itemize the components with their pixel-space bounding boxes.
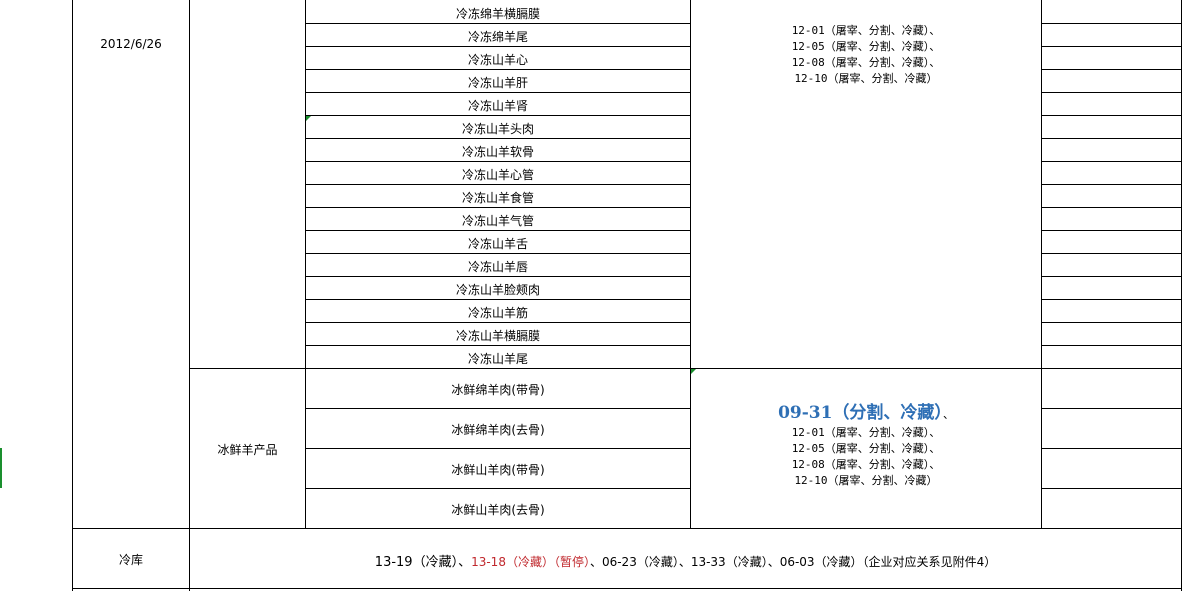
cold-storage-codes: 13-19（冷藏）、13-18（冷藏）（暂停）、06-23（冷藏）、13-33（… <box>190 551 1181 570</box>
cold-code-suspended: 13-18（冷藏）（暂停） <box>471 555 590 569</box>
list-item: 冷冻山羊心管 <box>461 168 534 182</box>
list-item: 冷冻山羊横膈膜 <box>455 329 540 343</box>
code-line: 12-08（屠宰、分割、冷藏）、 <box>791 458 941 471</box>
list-item: 冷冻绵羊横膈膜 <box>455 7 540 21</box>
grid-line <box>1181 0 1182 591</box>
fresh-codes: 09-31（分割、冷藏）、 12-01（屠宰、分割、冷藏）、 12-05（屠宰、… <box>691 405 1041 489</box>
code-line: 12-05（屠宰、分割、冷藏）、 <box>791 442 941 455</box>
list-item: 冷冻山羊尾 <box>467 352 528 366</box>
cold-code: 13-19（冷藏）、 <box>374 555 472 570</box>
list-item: 冷冻山羊食管 <box>461 191 534 205</box>
list-item: 冷冻山羊肾 <box>467 99 528 113</box>
code-line: 12-08（屠宰、分割、冷藏）、 <box>791 56 941 69</box>
list-item: 冷冻山羊肝 <box>467 76 528 90</box>
list-item: 冷冻山羊舌 <box>467 237 528 251</box>
list-item: 冷冻山羊头肉 <box>461 122 534 136</box>
list-item: 冷冻山羊唇 <box>467 260 528 274</box>
list-item: 冷冻山羊气管 <box>461 214 534 228</box>
code-line: 12-01（屠宰、分割、冷藏）、 <box>791 24 941 37</box>
frozen-codes: 12-01（屠宰、分割、冷藏）、 12-05（屠宰、分割、冷藏）、 12-08（… <box>691 23 1041 87</box>
grid-line <box>189 0 190 591</box>
list-item: 冰鲜山羊肉(带骨) <box>451 463 545 477</box>
list-item: 冷冻绵羊尾 <box>467 30 528 44</box>
scroll-marker <box>0 448 2 488</box>
code-line: 12-10（屠宰、分割、冷藏） <box>794 474 938 487</box>
list-item: 冷冻山羊软骨 <box>461 145 534 159</box>
grid-line <box>72 0 73 591</box>
list-item: 冰鲜绵羊肉(带骨) <box>451 383 545 397</box>
list-item: 冰鲜绵羊肉(去骨) <box>451 423 545 437</box>
fresh-category: 冰鲜羊产品 <box>217 443 278 457</box>
code-line: 12-01（屠宰、分割、冷藏）、 <box>791 426 941 439</box>
list-item: 冰鲜山羊肉(去骨) <box>451 503 545 517</box>
list-item: 冷冻山羊脸颊肉 <box>455 283 540 297</box>
cell-comment-marker <box>691 369 696 374</box>
code-line: 12-05（屠宰、分割、冷藏）、 <box>791 40 941 53</box>
code-line: 12-10（屠宰、分割、冷藏） <box>794 72 938 85</box>
code-line-main: 09-31（分割、冷藏）、 <box>778 403 954 423</box>
list-item: 冷冻山羊心 <box>467 53 528 67</box>
cold-code: 、06-23（冷藏）、13-33（冷藏）、06-03（冷藏）（企业对应关系见附件… <box>589 555 997 569</box>
list-item: 冷冻山羊筋 <box>467 306 528 320</box>
date-cell: 2012/6/26 <box>100 37 162 51</box>
cold-storage-label: 冷库 <box>118 553 143 567</box>
